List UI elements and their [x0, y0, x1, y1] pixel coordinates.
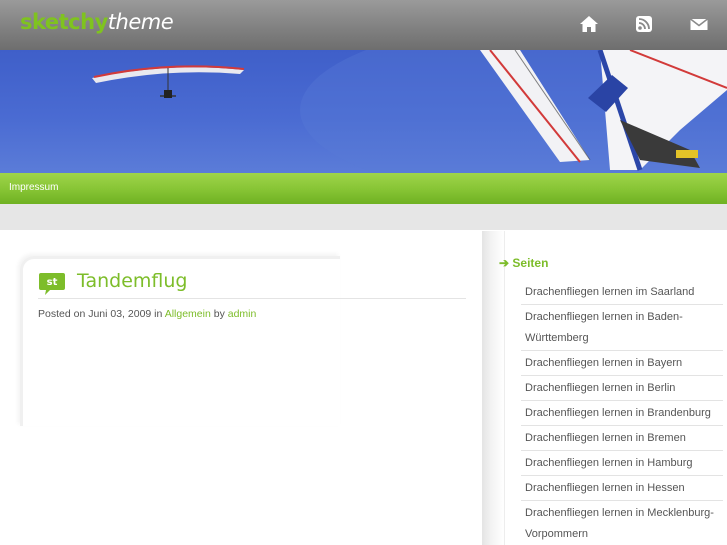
- sidebar-item-hamburg[interactable]: Drachenfliegen lernen in Hamburg: [521, 451, 723, 476]
- sidebar-item-bayern[interactable]: Drachenfliegen lernen in Bayern: [521, 351, 723, 376]
- post-icon-label: st: [47, 277, 58, 288]
- post-author-link[interactable]: admin: [228, 308, 257, 320]
- sidebar-item-saarland[interactable]: Drachenfliegen lernen im Saarland: [521, 280, 723, 305]
- home-icon[interactable]: [579, 14, 599, 34]
- nav-item-impressum[interactable]: Impressum: [9, 182, 58, 193]
- hang-glider-illustration: [92, 50, 727, 173]
- sidebar-heading-label: Seiten: [512, 256, 549, 270]
- logo-part-sketchy: sketchy: [20, 10, 108, 34]
- post-category-link[interactable]: Allgemein: [165, 308, 211, 320]
- speech-bubble-icon: st: [39, 273, 65, 295]
- logo-part-theme: theme: [107, 10, 174, 34]
- sidebar-divider: [504, 231, 505, 545]
- site-logo[interactable]: sketchy theme: [20, 10, 174, 40]
- sidebar-item-berlin[interactable]: Drachenfliegen lernen in Berlin: [521, 376, 723, 401]
- sidebar-heading: ➔ Seiten: [499, 256, 548, 270]
- post-title-rule: [38, 298, 466, 299]
- post-title-link[interactable]: Tandemflug: [77, 270, 187, 292]
- rss-icon[interactable]: [634, 14, 654, 34]
- sidebar-item-hessen[interactable]: Drachenfliegen lernen in Hessen: [521, 476, 723, 501]
- divider-strip: [0, 204, 727, 230]
- mail-icon[interactable]: [689, 14, 709, 34]
- main-nav-bar: Impressum: [0, 173, 727, 204]
- sidebar-page-list: Drachenfliegen lernen im Saarland Drache…: [521, 280, 723, 545]
- sidebar-item-brandenburg[interactable]: Drachenfliegen lernen in Brandenburg: [521, 401, 723, 426]
- sidebar-item-bremen[interactable]: Drachenfliegen lernen in Bremen: [521, 426, 723, 451]
- arrow-right-icon: ➔: [499, 256, 510, 270]
- header-bar: sketchy theme: [0, 0, 727, 50]
- header-banner-image: [0, 50, 727, 173]
- header-icons: [579, 14, 709, 34]
- sidebar-item-mecklenburg-vorpommern[interactable]: Drachenfliegen lernen in Mecklenburg-Vor…: [521, 501, 723, 545]
- post-meta: Posted on Juni 03, 2009 in Allgemein by …: [38, 308, 256, 320]
- post-meta-prefix: Posted on Juni 03, 2009 in: [38, 308, 163, 320]
- sidebar-item-baden-wuerttemberg[interactable]: Drachenfliegen lernen in Baden-Württembe…: [521, 305, 723, 351]
- post-meta-by: by: [213, 308, 225, 320]
